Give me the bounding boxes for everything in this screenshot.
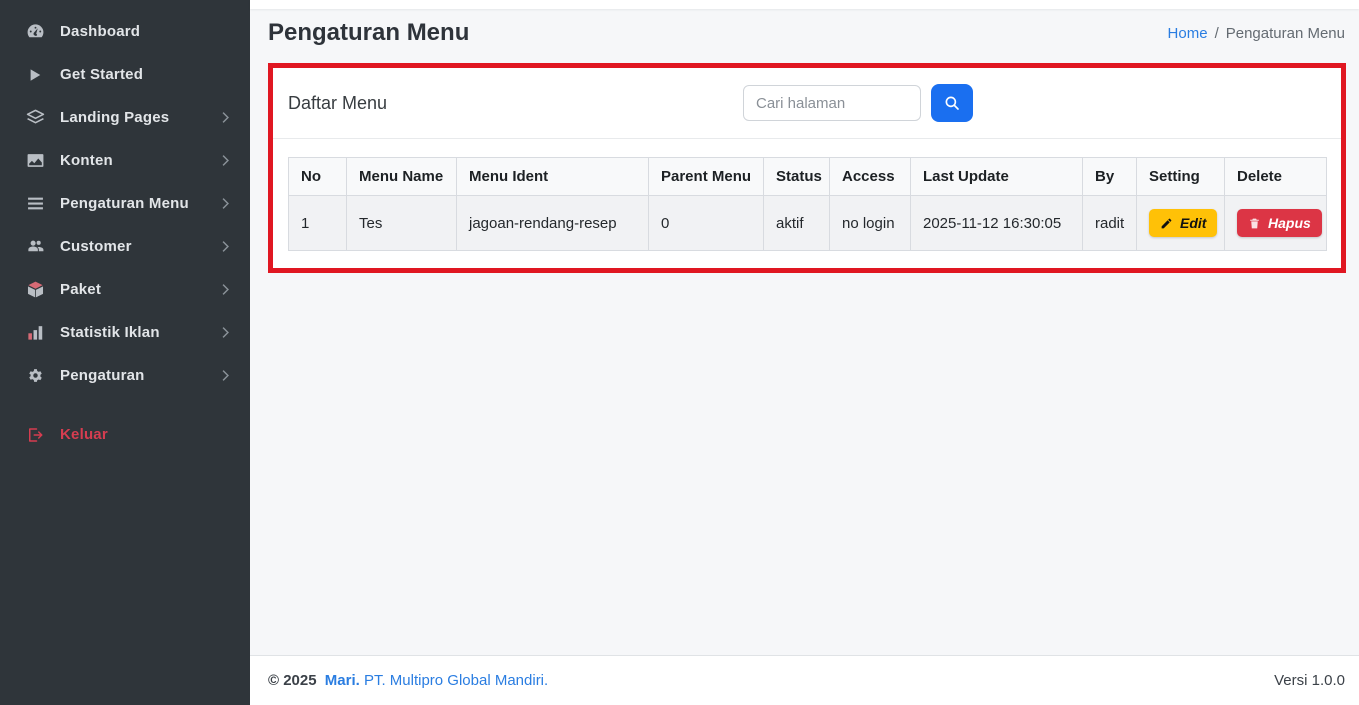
cell-parent-menu: 0: [649, 196, 764, 251]
page-header: Pengaturan Menu Home / Pengaturan Menu: [250, 9, 1359, 47]
chart-icon: [25, 323, 45, 343]
pencil-icon: [1160, 217, 1173, 230]
layers-icon: [25, 108, 45, 128]
card-header: Daftar Menu: [273, 68, 1341, 139]
delete-button-label: Hapus: [1268, 215, 1311, 231]
sidebar-item-label: Dashboard: [60, 23, 232, 40]
main-content: Pengaturan Menu Home / Pengaturan Menu D…: [250, 0, 1359, 705]
sidebar-item-get-started[interactable]: Get Started: [0, 53, 250, 96]
col-header-status: Status: [764, 158, 830, 196]
cell-status: aktif: [764, 196, 830, 251]
edit-button-label: Edit: [1180, 215, 1206, 231]
breadcrumb-home-link[interactable]: Home: [1168, 25, 1208, 42]
sidebar-item-paket[interactable]: Paket: [0, 268, 250, 311]
cell-by: radit: [1083, 196, 1137, 251]
search-icon: [943, 94, 961, 112]
cell-last-update: 2025-11-12 16:30:05: [911, 196, 1083, 251]
sidebar-item-pengaturan[interactable]: Pengaturan: [0, 354, 250, 397]
chevron-right-icon: [219, 197, 232, 210]
col-header-delete: Delete: [1225, 158, 1327, 196]
col-header-no: No: [289, 158, 347, 196]
chevron-right-icon: [219, 326, 232, 339]
sidebar-item-label: Pengaturan Menu: [60, 195, 204, 212]
sidebar-item-keluar[interactable]: Keluar: [0, 413, 250, 456]
sidebar-item-label: Pengaturan: [60, 367, 204, 384]
col-header-parent-menu: Parent Menu: [649, 158, 764, 196]
sidebar-item-landing-pages[interactable]: Landing Pages: [0, 96, 250, 139]
search-group: [743, 84, 973, 122]
chevron-right-icon: [219, 369, 232, 382]
col-header-setting: Setting: [1137, 158, 1225, 196]
cell-menu-ident: jagoan-rendang-resep: [457, 196, 649, 251]
footer-brand-link[interactable]: Mari.: [325, 672, 360, 689]
table-header-row: No Menu Name Menu Ident Parent Menu Stat…: [289, 158, 1327, 196]
users-icon: [25, 237, 45, 257]
chevron-right-icon: [219, 111, 232, 124]
chevron-right-icon: [219, 283, 232, 296]
delete-button[interactable]: Hapus: [1237, 209, 1322, 237]
table-row: 1 Tes jagoan-rendang-resep 0 aktif no lo…: [289, 196, 1327, 251]
col-header-last-update: Last Update: [911, 158, 1083, 196]
sidebar-item-dashboard[interactable]: Dashboard: [0, 10, 250, 53]
search-button[interactable]: [931, 84, 973, 122]
sidebar-item-label: Customer: [60, 238, 204, 255]
sidebar-item-statistik-iklan[interactable]: Statistik Iklan: [0, 311, 250, 354]
sidebar-item-pengaturan-menu[interactable]: Pengaturan Menu: [0, 182, 250, 225]
sidebar-item-customer[interactable]: Customer: [0, 225, 250, 268]
footer-left: © 2025 Mari. PT. Multipro Global Mandiri…: [268, 672, 548, 689]
cell-delete: Hapus: [1225, 196, 1327, 251]
sidebar-item-label: Get Started: [60, 66, 232, 83]
col-header-by: By: [1083, 158, 1137, 196]
sidebar-item-label: Konten: [60, 152, 204, 169]
breadcrumb: Home / Pengaturan Menu: [1168, 25, 1345, 42]
menu-table: No Menu Name Menu Ident Parent Menu Stat…: [288, 157, 1327, 251]
image-icon: [25, 151, 45, 171]
logout-icon: [25, 425, 45, 445]
footer: © 2025 Mari. PT. Multipro Global Mandiri…: [250, 655, 1359, 705]
top-strip: [250, 0, 1359, 9]
breadcrumb-separator: /: [1215, 25, 1219, 42]
gauge-icon: [25, 22, 45, 42]
search-input[interactable]: [743, 85, 921, 121]
sidebar: Dashboard Get Started Landing Pages Kont…: [0, 0, 250, 705]
cell-setting: Edit: [1137, 196, 1225, 251]
col-header-menu-name: Menu Name: [347, 158, 457, 196]
footer-copyright: © 2025: [268, 672, 317, 689]
footer-company-link[interactable]: PT. Multipro Global Mandiri.: [364, 672, 548, 689]
col-header-access: Access: [830, 158, 911, 196]
menu-icon: [25, 194, 45, 214]
sidebar-item-label: Statistik Iklan: [60, 324, 204, 341]
col-header-menu-ident: Menu Ident: [457, 158, 649, 196]
sidebar-item-konten[interactable]: Konten: [0, 139, 250, 182]
cell-menu-name: Tes: [347, 196, 457, 251]
chevron-right-icon: [219, 240, 232, 253]
cell-access: no login: [830, 196, 911, 251]
chevron-right-icon: [219, 154, 232, 167]
card-title: Daftar Menu: [288, 93, 387, 114]
card-body: No Menu Name Menu Ident Parent Menu Stat…: [273, 139, 1341, 268]
trash-icon: [1248, 217, 1261, 230]
page-title: Pengaturan Menu: [268, 19, 469, 47]
sidebar-item-label: Keluar: [60, 426, 232, 443]
menu-list-card: Daftar Menu: [273, 68, 1341, 268]
sidebar-item-label: Paket: [60, 281, 204, 298]
footer-version: Versi 1.0.0: [1274, 672, 1345, 689]
cell-no: 1: [289, 196, 347, 251]
content-spacer: [250, 273, 1359, 655]
edit-button[interactable]: Edit: [1149, 209, 1217, 237]
play-icon: [25, 65, 45, 85]
sidebar-item-label: Landing Pages: [60, 109, 204, 126]
red-annotation-box: Daftar Menu: [268, 63, 1346, 273]
package-icon: [25, 280, 45, 300]
breadcrumb-current: Pengaturan Menu: [1226, 25, 1345, 42]
gear-icon: [25, 366, 45, 386]
